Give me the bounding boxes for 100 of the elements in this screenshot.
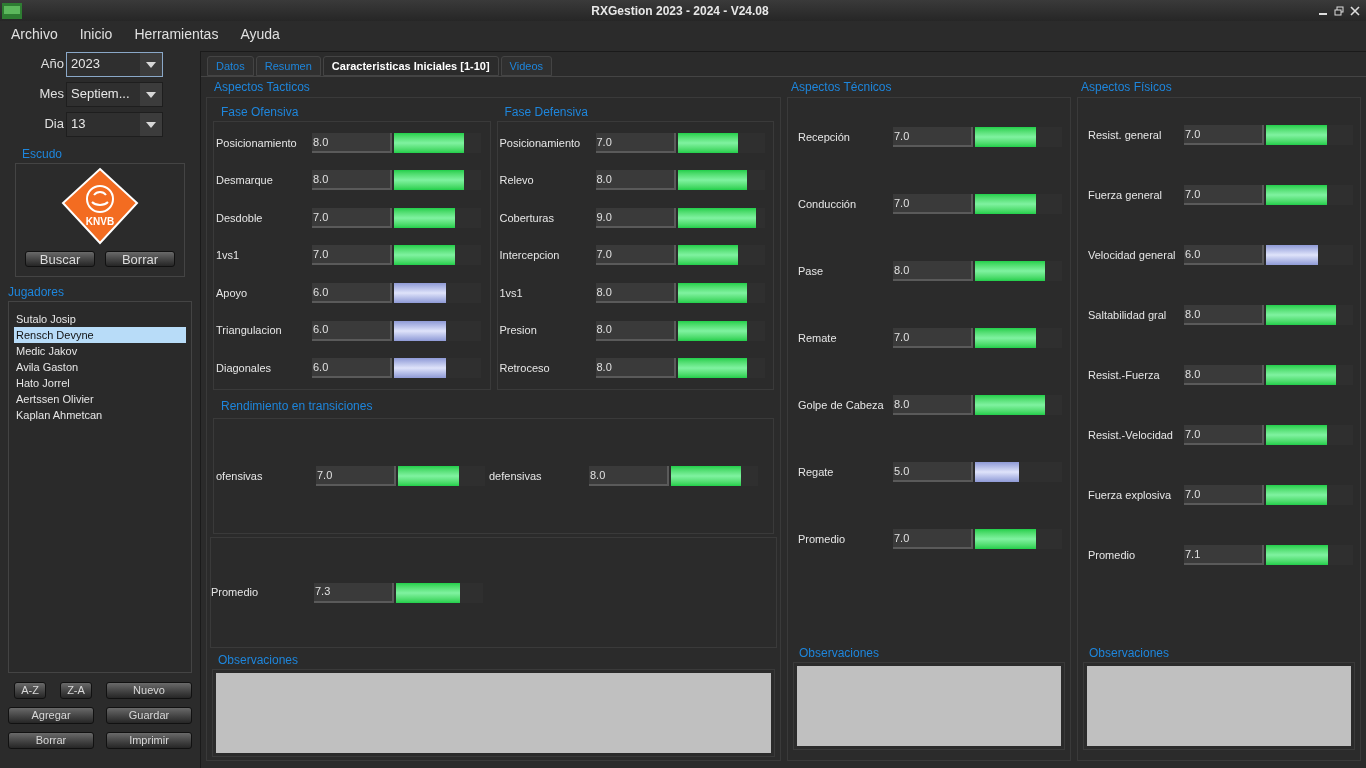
value-field[interactable]: 6.0 (1184, 245, 1264, 265)
value-field[interactable]: 7.0 (893, 194, 973, 214)
value-field[interactable]: 6.0 (312, 358, 392, 379)
window-title: RXGestion 2023 - 2024 - V24.08 (591, 2, 769, 20)
dropdown[interactable]: 13 (66, 111, 163, 137)
action-button[interactable]: Agregar (8, 707, 94, 724)
dropdown[interactable]: Septiem... (66, 81, 163, 107)
action-button[interactable]: A-Z (14, 682, 46, 699)
rating-label: Triangulacion (216, 323, 283, 339)
value-field[interactable]: 7.0 (316, 466, 396, 486)
value-field[interactable]: 7.3 (314, 582, 394, 603)
rating-label: Fuerza general (1088, 187, 1163, 203)
player-item[interactable]: Hato Jorrel (14, 375, 186, 391)
action-button[interactable]: Z-A (60, 682, 92, 699)
tab[interactable]: Resumen (255, 56, 321, 76)
rating-label: 1vs1 (499, 285, 524, 301)
value-field[interactable]: 7.0 (312, 207, 392, 228)
value-field[interactable]: 8.0 (1184, 305, 1264, 325)
action-button[interactable]: Borrar (8, 732, 94, 749)
close-icon[interactable] (1350, 5, 1360, 16)
rating-label: Desdoble (216, 210, 264, 226)
filter-label: Mes (39, 85, 64, 104)
value-field[interactable]: 8.0 (893, 395, 973, 415)
value-field[interactable]: 8.0 (589, 466, 669, 486)
player-item[interactable]: Aertssen Olivier (14, 391, 186, 407)
observations-field[interactable] (1087, 666, 1351, 746)
value-field[interactable]: 7.0 (595, 245, 676, 266)
tab[interactable]: Caracteristicas Iniciales [1-10] (322, 56, 499, 76)
value-field[interactable]: 7.0 (1184, 425, 1264, 445)
section-heading: Fase Ofensiva (220, 104, 300, 121)
value-field[interactable]: 8.0 (893, 261, 973, 281)
action-button[interactable]: Nuevo (106, 682, 192, 699)
filter-label: Año (40, 55, 64, 74)
value-field[interactable]: 7.0 (893, 529, 973, 549)
rating-label: Desmarque (216, 173, 274, 189)
value-field[interactable]: 7.0 (1184, 185, 1264, 205)
value-field[interactable]: 8.0 (595, 283, 676, 304)
rating-label: Regate (798, 464, 835, 480)
tab[interactable]: Videos (500, 56, 553, 76)
value-field[interactable]: 5.0 (893, 462, 973, 482)
value-field[interactable]: 8.0 (595, 170, 676, 191)
filter-label: Dia (44, 115, 64, 134)
section-heading: Observaciones (217, 652, 300, 669)
dropdown[interactable]: 2023 (66, 51, 163, 77)
value-field[interactable]: 8.0 (312, 132, 392, 153)
value-field[interactable]: 7.0 (312, 245, 392, 266)
value-field[interactable]: 8.0 (1184, 365, 1264, 385)
value-field[interactable]: 6.0 (312, 283, 392, 304)
rating-label: Pase (798, 263, 825, 279)
rating-label: defensivas (489, 468, 543, 484)
rating-label: Intercepcion (499, 248, 561, 264)
section-heading: Jugadores (8, 284, 66, 301)
rating-label: 1vs1 (216, 248, 241, 264)
value-field[interactable]: 9.0 (595, 207, 676, 228)
menu-item[interactable]: Ayuda (240, 23, 280, 45)
value-field[interactable]: 7.1 (1184, 545, 1264, 565)
rating-label: Posicionamiento (499, 135, 582, 151)
player-item[interactable]: Sutalo Josip (14, 311, 186, 327)
rating-label: Relevo (499, 173, 535, 189)
value-field[interactable]: 7.0 (893, 127, 973, 147)
rating-label: Resist.-Fuerza (1088, 367, 1161, 383)
section-heading: Fase Defensiva (503, 104, 589, 121)
crest-button[interactable]: Buscar (25, 251, 95, 267)
section-heading: Observaciones (798, 645, 881, 662)
menu-item[interactable]: Inicio (79, 23, 113, 45)
section-heading: Aspectos Físicos (1080, 79, 1173, 96)
menu-item[interactable]: Archivo (11, 23, 58, 45)
rating-label: Saltabilidad gral (1088, 307, 1168, 323)
value-field[interactable]: 8.0 (595, 320, 676, 341)
observations-field[interactable] (216, 673, 771, 753)
rating-label: Fuerza explosiva (1088, 487, 1173, 503)
value-field[interactable]: 7.0 (595, 132, 676, 153)
rating-label: Resist. general (1088, 127, 1163, 143)
value-field[interactable]: 7.0 (1184, 125, 1264, 145)
value-field[interactable]: 6.0 (312, 320, 392, 341)
player-item[interactable]: Rensch Devyne (14, 327, 186, 343)
value-field[interactable]: 7.0 (893, 328, 973, 348)
section-heading: Escudo (21, 146, 64, 163)
action-button[interactable]: Imprimir (106, 732, 192, 749)
restore-icon[interactable] (1334, 5, 1344, 16)
player-item[interactable]: Avila Gaston (14, 359, 186, 375)
app-icon (2, 2, 22, 19)
tab[interactable]: Datos (207, 56, 254, 76)
value-field[interactable]: 8.0 (312, 170, 392, 191)
action-button[interactable]: Guardar (106, 707, 192, 724)
rating-label: Conducción (798, 196, 858, 212)
section-heading: Observaciones (1088, 645, 1171, 662)
rating-label: Presion (499, 323, 538, 339)
value-field[interactable]: 8.0 (595, 358, 676, 379)
rating-label: ofensivas (216, 468, 264, 484)
menu-item[interactable]: Herramientas (134, 23, 219, 45)
rating-label: Posicionamiento (216, 135, 298, 151)
observations-field[interactable] (797, 666, 1061, 746)
crest-button[interactable]: Borrar (105, 251, 175, 267)
value-field[interactable]: 7.0 (1184, 485, 1264, 505)
player-item[interactable]: Medic Jakov (14, 343, 186, 359)
section-heading: Aspectos Técnicos (790, 79, 893, 96)
player-item[interactable]: Kaplan Ahmetcan (14, 407, 186, 423)
rating-label: Remate (798, 330, 838, 346)
rating-label: Promedio (1088, 547, 1137, 563)
